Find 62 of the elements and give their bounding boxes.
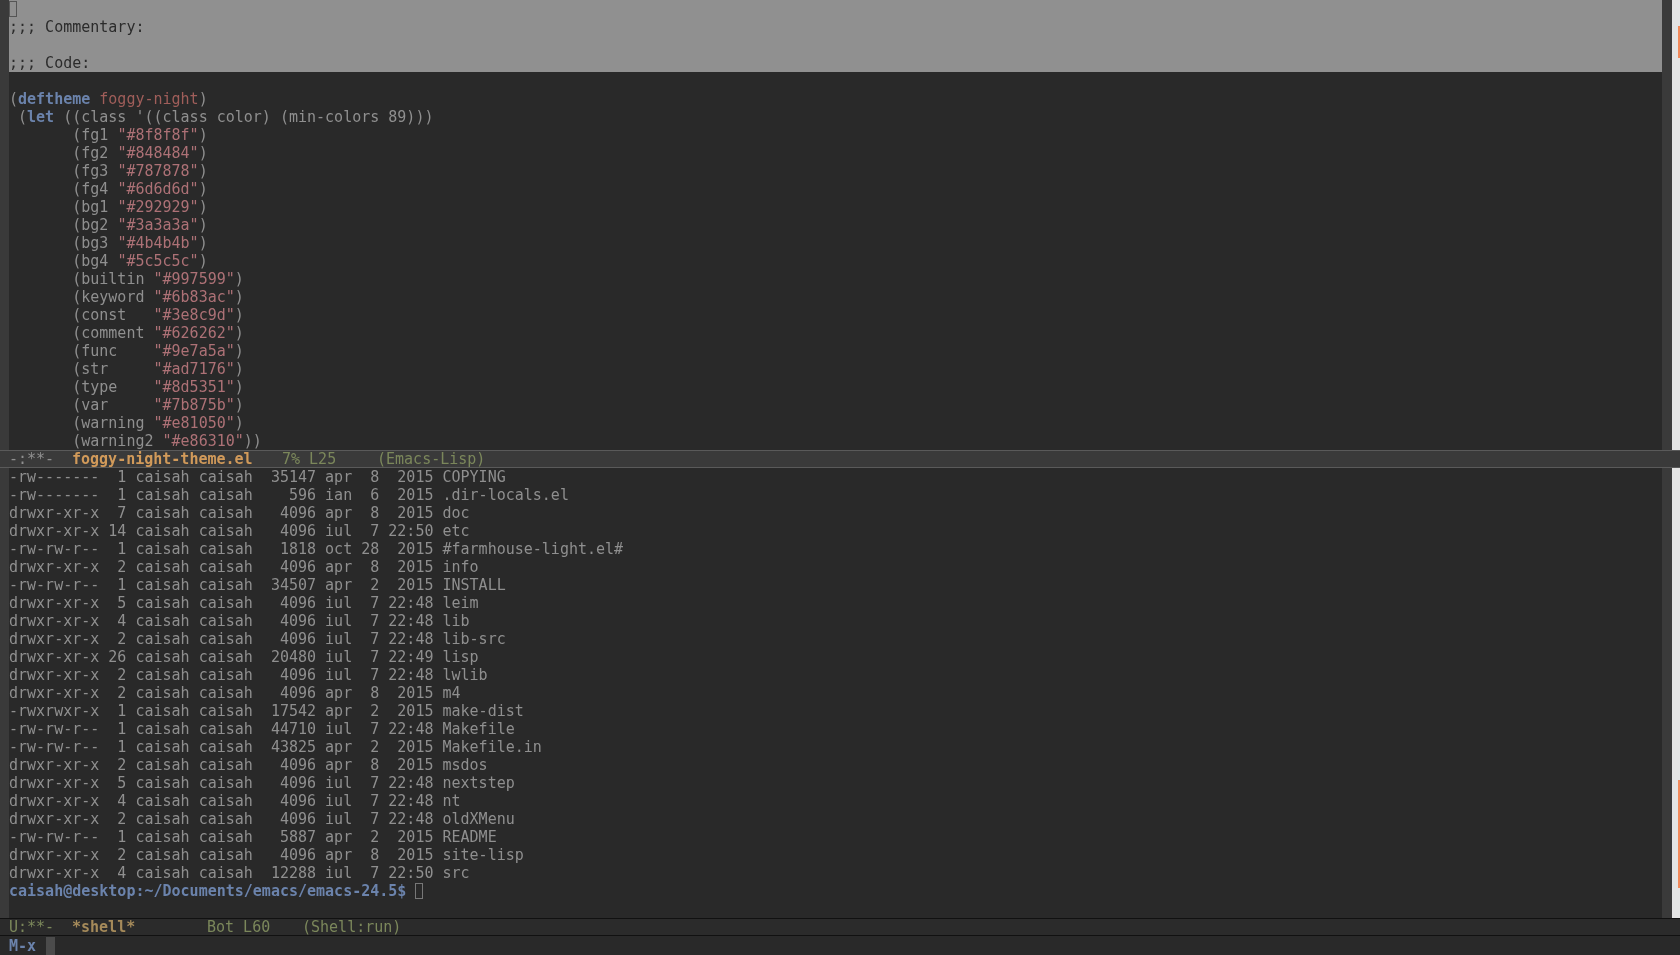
scroll-thumb[interactable] bbox=[1678, 26, 1680, 58]
shell-output-line: drwxr-xr-x 4 caisah caisah 4096 iul 7 22:48 lib bbox=[9, 612, 470, 630]
minibuffer-prompt: M-x bbox=[9, 936, 37, 955]
code-line: (bg3 "#4b4b4b") bbox=[71, 234, 208, 252]
shell-output-line: -rw-rw-r-- 1 caisah caisah 44710 iul 7 22:48 Makefile bbox=[9, 720, 515, 738]
code-line: (fg2 "#848484") bbox=[71, 144, 208, 162]
shell-output-line: -rw-rw-r-- 1 caisah caisah 34507 apr 2 2015 INSTALL bbox=[9, 576, 506, 594]
shell-output-line: drwxr-xr-x 2 caisah caisah 4096 apr 8 2015 m4 bbox=[9, 684, 461, 702]
shell-output-line: -rw------- 1 caisah caisah 35147 apr 8 2015 COPYING bbox=[9, 468, 506, 486]
code-line: (fg3 "#787878") bbox=[71, 162, 208, 180]
code-line: (keyword "#6b83ac") bbox=[71, 288, 244, 306]
shell-output-line: drwxr-xr-x 2 caisah caisah 4096 iul 7 22:48 lib-src bbox=[9, 630, 506, 648]
shell-output-line: drwxr-xr-x 7 caisah caisah 4096 apr 8 2015 doc bbox=[9, 504, 470, 522]
code-line: (warning2 "#e86310")) bbox=[71, 432, 262, 450]
buffer-name: *shell* bbox=[72, 919, 137, 935]
major-mode: (Shell:run) bbox=[302, 919, 402, 935]
buffer-state: U:**- bbox=[9, 919, 56, 935]
code-line: (bg4 "#5c5c5c") bbox=[71, 252, 208, 270]
shell-output-line: drwxr-xr-x 2 caisah caisah 4096 apr 8 2015 site-lisp bbox=[9, 846, 524, 864]
shell-output-line: -rw-rw-r-- 1 caisah caisah 43825 apr 2 2015 Makefile.in bbox=[9, 738, 542, 756]
scroll-bar[interactable] bbox=[1672, 0, 1680, 450]
scroll-thumb[interactable] bbox=[1678, 780, 1680, 888]
text-cursor bbox=[46, 936, 56, 955]
comment-line: ;;; Code: bbox=[9, 54, 91, 72]
code-line: (bg2 "#3a3a3a") bbox=[71, 216, 208, 234]
shell-output-line: -rw------- 1 caisah caisah 596 ian 6 2015 .dir-locals.el bbox=[9, 486, 569, 504]
shell-output-line: drwxr-xr-x 2 caisah caisah 4096 iul 7 22:48 oldXMenu bbox=[9, 810, 515, 828]
shell-output-line: drwxr-xr-x 14 caisah caisah 4096 iul 7 22:50 etc bbox=[9, 522, 470, 540]
shell-output-line: drwxr-xr-x 4 caisah caisah 12288 iul 7 22:50 src bbox=[9, 864, 470, 882]
shell-output-line: -rw-rw-r-- 1 caisah caisah 1818 oct 28 2015 #farmhouse-light.el# bbox=[9, 540, 624, 558]
code-line: (type "#8d5351") bbox=[71, 378, 244, 396]
shell-output-line: drwxr-xr-x 2 caisah caisah 4096 apr 8 2015 info bbox=[9, 558, 479, 576]
shell-output-line: drwxr-xr-x 26 caisah caisah 20480 iul 7 22:49 lisp bbox=[9, 648, 479, 666]
code-line: (fg4 "#6d6d6d") bbox=[71, 180, 208, 198]
shell-output-line: -rw-rw-r-- 1 caisah caisah 5887 apr 2 2015 README bbox=[9, 828, 497, 846]
code-line: (fg1 "#8f8f8f") bbox=[71, 126, 208, 144]
code-line: (func "#9e7a5a") bbox=[71, 342, 244, 360]
buffer-position: 7% L25 bbox=[282, 451, 338, 467]
buffer-position: Bot L60 bbox=[207, 919, 272, 935]
buffer-state: -:**- bbox=[9, 451, 56, 467]
major-mode: (Emacs-Lisp) bbox=[377, 451, 486, 467]
scroll-bar[interactable] bbox=[1672, 468, 1680, 918]
code-line: (const "#3e8c9d") bbox=[71, 306, 244, 324]
shell-output-line: -rwxrwxr-x 1 caisah caisah 17542 apr 2 2015 make-dist bbox=[9, 702, 524, 720]
code-line: (deftheme foggy-night) bbox=[9, 90, 208, 108]
shell-output-line: drwxr-xr-x 5 caisah caisah 4096 iul 7 22:48 nextstep bbox=[9, 774, 515, 792]
code-line: (warning "#e81050") bbox=[71, 414, 244, 432]
code-line: (builtin "#997599") bbox=[71, 270, 244, 288]
text-cursor bbox=[415, 883, 424, 899]
shell-output-line: drwxr-xr-x 2 caisah caisah 4096 iul 7 22:48 lwlib bbox=[9, 666, 488, 684]
buffer-name: foggy-night-theme.el bbox=[72, 451, 254, 467]
code-line: (str "#ad7176") bbox=[71, 360, 244, 378]
shell-prompt: caisah@desktop:~/Documents/emacs/emacs-24.5$ bbox=[9, 882, 407, 900]
shell-output-line: drwxr-xr-x 2 caisah caisah 4096 apr 8 2015 msdos bbox=[9, 756, 488, 774]
code-line: (comment "#626262") bbox=[71, 324, 244, 342]
comment-line: ;;; Commentary: bbox=[9, 18, 145, 36]
code-line: (var "#7b875b") bbox=[71, 396, 244, 414]
code-line: (let ((class '((class color) (min-colors 89))) bbox=[17, 108, 434, 126]
code-line: (bg1 "#292929") bbox=[71, 198, 208, 216]
shell-output-line: drwxr-xr-x 5 caisah caisah 4096 iul 7 22:48 leim bbox=[9, 594, 479, 612]
shell-output-line: drwxr-xr-x 4 caisah caisah 4096 iul 7 22:48 nt bbox=[9, 792, 461, 810]
text-cursor bbox=[9, 1, 17, 17]
